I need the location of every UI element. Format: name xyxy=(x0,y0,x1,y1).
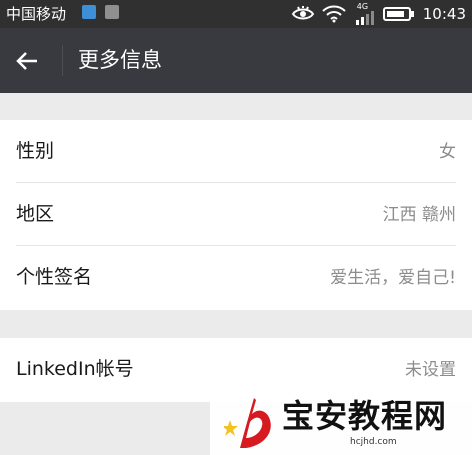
linkedin-label: LinkedIn帐号 xyxy=(16,358,134,380)
watermark: 宝安教程网 hcjhd.com xyxy=(210,390,472,455)
gender-row[interactable]: 性别 女 xyxy=(0,120,472,183)
watermark-text: 宝安教程网 xyxy=(282,397,448,435)
battery-icon xyxy=(382,7,414,21)
page-title: 更多信息 xyxy=(78,48,162,72)
wifi-icon xyxy=(322,5,346,23)
back-button[interactable] xyxy=(10,44,44,78)
status-bar: 中国移动 4G 10:43 xyxy=(0,0,472,28)
status-icons: 4G 10:43 xyxy=(291,3,466,25)
toolbar-divider xyxy=(62,45,63,76)
profile-info-group: 性别 女 地区 江西 赣州 个性签名 爱生活，爱自己! xyxy=(0,120,472,310)
signature-row[interactable]: 个性签名 爱生活，爱自己! xyxy=(0,246,472,309)
carrier-name: 中国移动 xyxy=(6,5,67,23)
region-value: 江西 赣州 xyxy=(382,205,456,225)
region-label: 地区 xyxy=(16,203,55,225)
gallery-app-icon xyxy=(105,5,119,19)
status-time: 10:43 xyxy=(422,5,466,23)
watermark-logo-icon xyxy=(224,398,271,448)
watermark-url: hcjhd.com xyxy=(350,437,397,447)
gender-label: 性别 xyxy=(16,140,55,162)
gender-value: 女 xyxy=(439,142,456,162)
linkedin-value: 未设置 xyxy=(405,360,456,380)
signature-value: 爱生活，爱自己! xyxy=(330,268,456,288)
cell-signal-icon xyxy=(355,11,374,25)
back-arrow-icon xyxy=(16,52,37,70)
weather-app-icon xyxy=(82,5,96,19)
eye-comfort-icon xyxy=(291,6,314,20)
region-row[interactable]: 地区 江西 赣州 xyxy=(0,183,472,246)
toolbar: 更多信息 xyxy=(0,28,472,93)
signature-label: 个性签名 xyxy=(16,266,93,288)
cell-signal-group: 4G xyxy=(351,3,377,25)
